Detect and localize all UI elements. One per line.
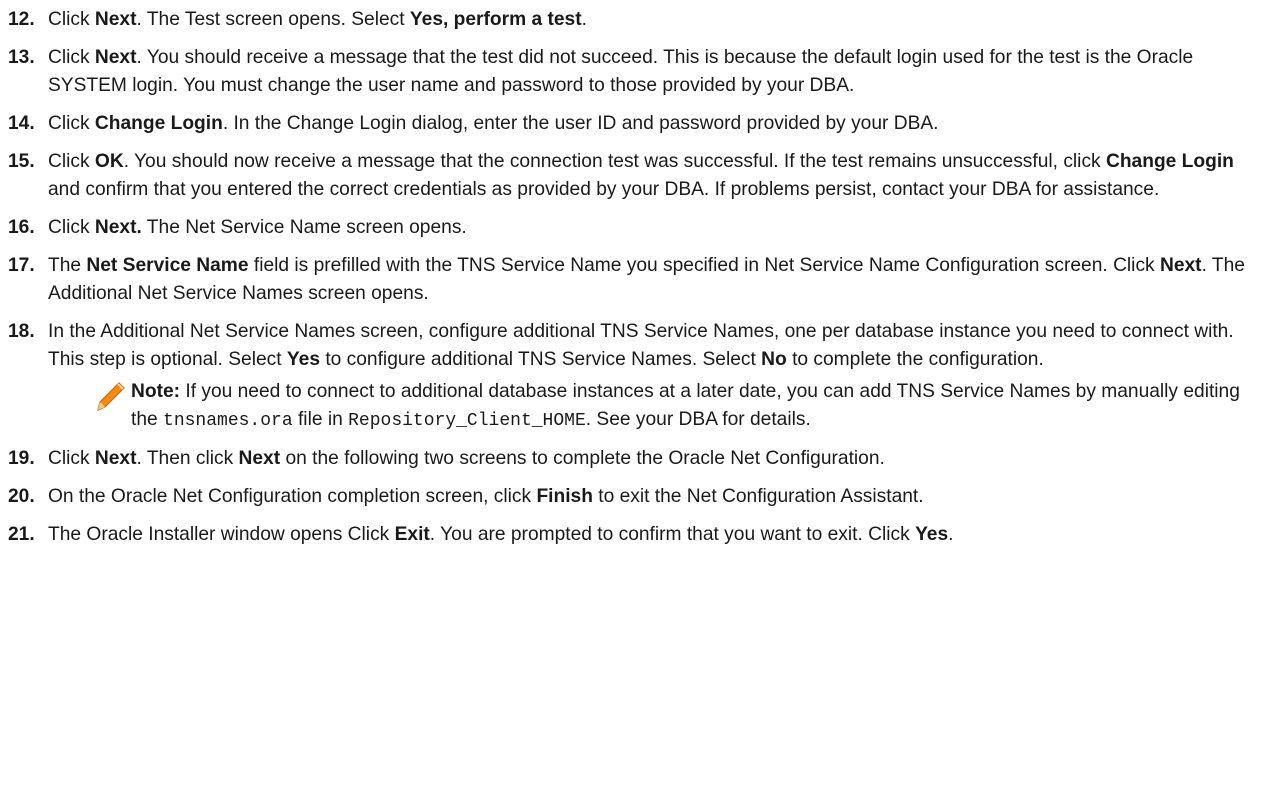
- bold-ui-term: Note:: [131, 381, 181, 402]
- step-number: 19.: [8, 448, 35, 469]
- step-text: The Oracle Installer window opens Click …: [48, 521, 1252, 549]
- text-run: on the following two screens to complete…: [280, 448, 885, 469]
- step-16: 16. Click Next. The Net Service Name scre…: [8, 214, 1252, 242]
- text-run: Click: [48, 217, 95, 238]
- step-text: In the Additional Net Service Names scre…: [48, 318, 1252, 374]
- step-text: Click Change Login. In the Change Login …: [48, 110, 1252, 138]
- step-number: 15.: [8, 151, 35, 172]
- text-run: file in: [292, 409, 349, 430]
- text-run: Click: [48, 9, 95, 30]
- step-21: 21. The Oracle Installer window opens Cli…: [8, 521, 1252, 549]
- bold-ui-term: Next: [238, 448, 281, 469]
- note-callout: Note: If you need to connect to addition…: [48, 378, 1252, 435]
- document-page: 12. Click Next. The Test screen opens. Se…: [0, 0, 1266, 549]
- text-run: The Net Service Name screen opens.: [141, 217, 467, 238]
- step-17: 17. The Net Service Name field is prefill…: [8, 252, 1252, 308]
- step-text: Click Next. Then click Next on the follo…: [48, 445, 1252, 473]
- text-run: . See your DBA for details.: [585, 409, 811, 430]
- bold-ui-term: Next: [94, 9, 137, 30]
- text-run: The: [48, 255, 87, 276]
- text-run: Click: [48, 448, 95, 469]
- text-run: to complete the configuration.: [786, 349, 1044, 370]
- code-text: tnsnames.ora: [163, 411, 293, 431]
- text-run: Click: [48, 151, 95, 172]
- text-run: to configure additional TNS Service Name…: [320, 349, 762, 370]
- step-text: The Net Service Name field is prefilled …: [48, 252, 1252, 308]
- text-run: . You should receive a message that the …: [48, 47, 1194, 96]
- step-number: 18.: [8, 321, 35, 342]
- bold-ui-term: Yes: [915, 524, 949, 545]
- step-number: 20.: [8, 486, 35, 507]
- step-number: 16.: [8, 217, 35, 238]
- bold-ui-term: Yes, perform a test: [409, 9, 582, 30]
- bold-ui-term: Net Service Name: [86, 255, 249, 276]
- step-number: 14.: [8, 113, 35, 134]
- text-run: Click: [48, 47, 95, 68]
- step-14: 14. Click Change Login. In the Change Log…: [8, 110, 1252, 138]
- step-13: 13. Click Next. You should receive a mess…: [8, 44, 1252, 100]
- bold-ui-term: Next.: [94, 217, 142, 238]
- step-text: Click Next. You should receive a message…: [48, 44, 1252, 100]
- step-text: Click OK. You should now receive a messa…: [48, 148, 1252, 204]
- text-run: The Oracle Installer window opens Click: [48, 524, 395, 545]
- step-19: 19. Click Next. Then click Next on the fo…: [8, 445, 1252, 473]
- step-number: 12.: [8, 9, 35, 30]
- text-run: . In the Change Login dialog, enter the …: [222, 113, 939, 134]
- note-text: Note: If you need to connect to addition…: [131, 378, 1252, 435]
- step-number: 13.: [8, 47, 35, 68]
- bold-ui-term: Finish: [536, 486, 593, 507]
- text-run: . The Test screen opens. Select: [136, 9, 410, 30]
- step-15: 15. Click OK. You should now receive a me…: [8, 148, 1252, 204]
- text-run: field is prefilled with the TNS Service …: [248, 255, 1160, 276]
- step-number: 21.: [8, 524, 35, 545]
- text-run: . You should now receive a message that …: [123, 151, 1106, 172]
- step-list: 12. Click Next. The Test screen opens. Se…: [8, 6, 1252, 549]
- text-run: .: [581, 9, 587, 30]
- step-number: 17.: [8, 255, 35, 276]
- pencil-note-icon: [93, 380, 127, 414]
- step-text: On the Oracle Net Configuration completi…: [48, 483, 1252, 511]
- bold-ui-term: Yes: [286, 349, 320, 370]
- code-text: Repository_Client_HOME: [348, 411, 586, 431]
- text-run: . Then click: [136, 448, 239, 469]
- bold-ui-term: Next: [94, 47, 137, 68]
- step-20: 20. On the Oracle Net Configuration compl…: [8, 483, 1252, 511]
- text-run: to exit the Net Configuration Assistant.: [592, 486, 924, 507]
- text-run: On the Oracle Net Configuration completi…: [48, 486, 537, 507]
- text-run: . You are prompted to confirm that you w…: [429, 524, 916, 545]
- bold-ui-term: Change Login: [94, 113, 223, 134]
- step-12: 12. Click Next. The Test screen opens. Se…: [8, 6, 1252, 34]
- text-run: Click: [48, 113, 95, 134]
- step-text: Click Next. The Net Service Name screen …: [48, 214, 1252, 242]
- bold-ui-term: Change Login: [1105, 151, 1234, 172]
- step-18: 18. In the Additional Net Service Names s…: [8, 318, 1252, 435]
- bold-ui-term: OK: [94, 151, 124, 172]
- bold-ui-term: No: [761, 349, 787, 370]
- text-run: and confirm that you entered the correct…: [48, 179, 1160, 200]
- bold-ui-term: Exit: [394, 524, 430, 545]
- text-run: .: [948, 524, 954, 545]
- bold-ui-term: Next: [1159, 255, 1202, 276]
- bold-ui-term: Next: [94, 448, 137, 469]
- step-text: Click Next. The Test screen opens. Selec…: [48, 6, 1252, 34]
